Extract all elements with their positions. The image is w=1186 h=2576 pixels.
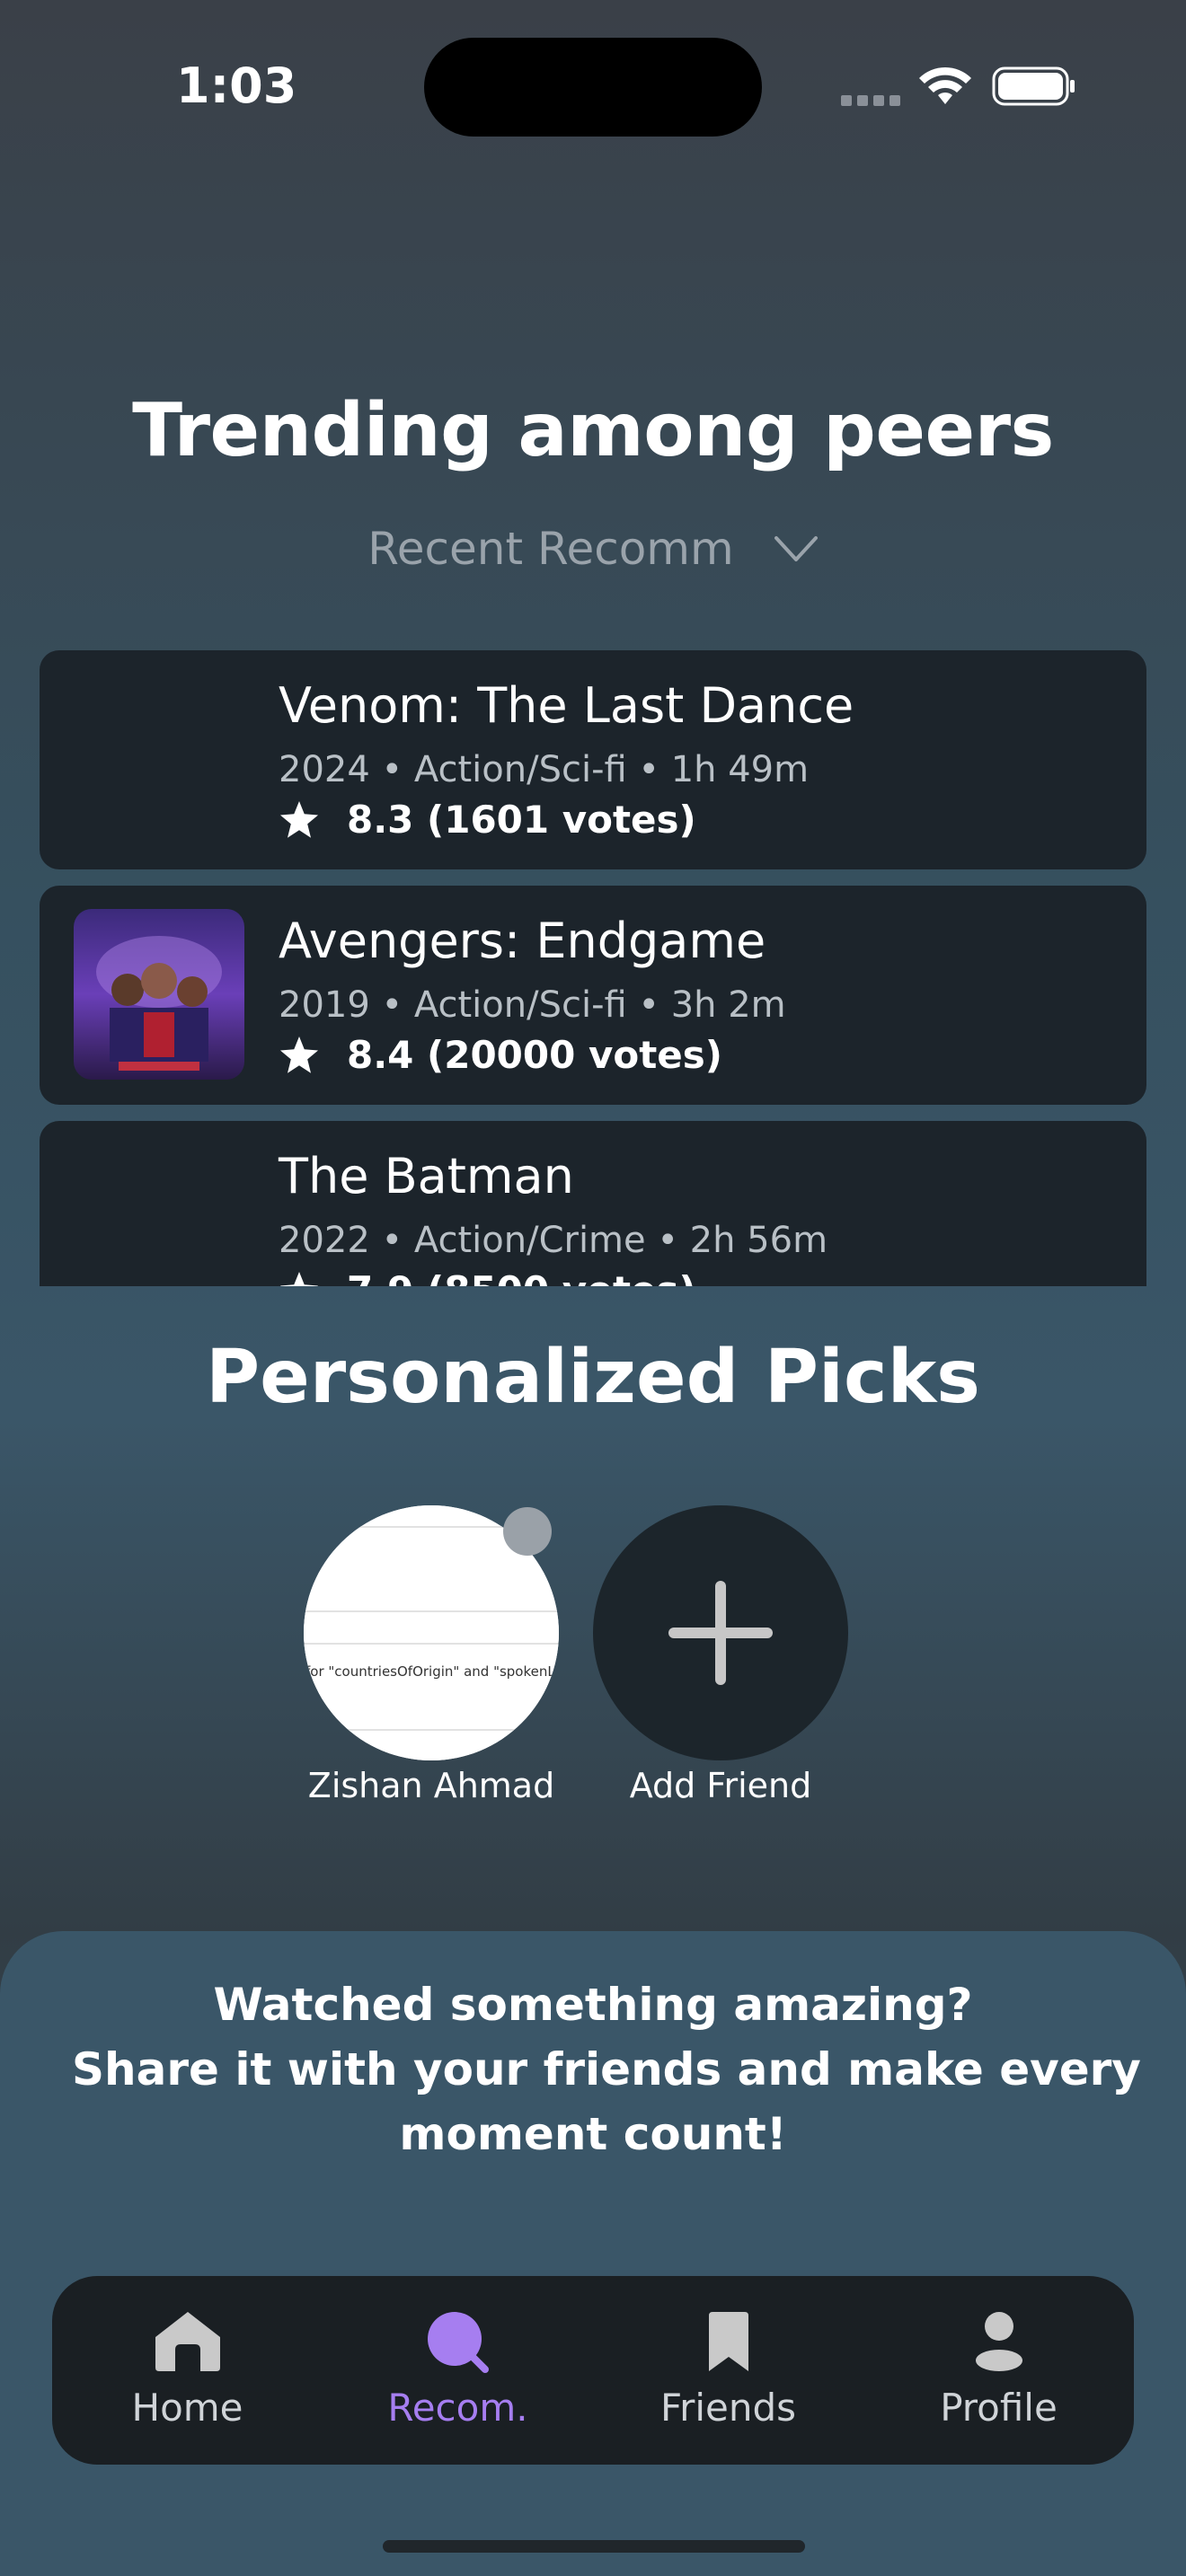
movie-meta: 2022 • Action/Crime • 2h 56m xyxy=(279,1220,828,1261)
share-message: Watched something amazing? Share it with… xyxy=(72,1972,1141,2166)
battery-icon xyxy=(992,66,1075,106)
movie-rating-value: 8.3 (1601 votes) xyxy=(347,798,696,842)
wifi-icon xyxy=(919,66,971,104)
bookmark-icon xyxy=(708,2312,748,2371)
movie-poster xyxy=(74,909,244,1080)
picks-title: Personalized Picks xyxy=(206,1335,980,1420)
cellular-signal-icon xyxy=(841,95,900,106)
status-time: 1:03 xyxy=(176,57,297,114)
movie-rating: 7.9 (8500 votes) xyxy=(279,1268,696,1286)
tab-profile[interactable]: Profile xyxy=(863,2276,1134,2465)
star-icon xyxy=(279,1036,319,1073)
home-icon xyxy=(155,2312,220,2371)
movie-rating: 8.3 (1601 votes) xyxy=(279,798,696,842)
movie-title: The Batman xyxy=(279,1148,574,1204)
movie-card[interactable]: Venom: The Last Dance 2024 • Action/Sci-… xyxy=(40,650,1146,869)
share-line-2: Share it with your friends and make ever… xyxy=(72,2043,1141,2095)
add-friend-button[interactable] xyxy=(593,1505,848,1760)
movie-card[interactable]: The Batman 2022 • Action/Crime • 2h 56m … xyxy=(40,1121,1146,1286)
friend-name: Zishan Ahmad xyxy=(307,1766,555,1805)
movie-rating-value: 8.4 (20000 votes) xyxy=(347,1033,722,1077)
dynamic-island xyxy=(424,38,762,137)
sort-label: Recent Recomm xyxy=(367,523,734,575)
plus-icon xyxy=(668,1581,773,1685)
tab-recom-label: Recom. xyxy=(387,2386,528,2430)
trending-list[interactable]: Venom: The Last Dance 2024 • Action/Sci-… xyxy=(40,650,1146,1286)
movie-meta: 2019 • Action/Sci-fi • 3h 2m xyxy=(279,984,786,1026)
share-line-1: Watched something amazing? xyxy=(213,1979,973,2031)
movie-title: Avengers: Endgame xyxy=(279,913,766,969)
tab-home[interactable]: Home xyxy=(52,2276,323,2465)
add-friend-label: Add Friend xyxy=(629,1766,812,1805)
tab-bar: Home Recom. Friends Profile xyxy=(52,2276,1134,2465)
star-icon xyxy=(279,1271,319,1286)
tab-friends-label: Friends xyxy=(659,2386,797,2430)
profile-icon xyxy=(975,2312,1022,2371)
movie-title: Venom: The Last Dance xyxy=(279,677,854,734)
movie-card[interactable]: Avengers: Endgame 2019 • Action/Sci-fi •… xyxy=(40,886,1146,1105)
tab-profile-label: Profile xyxy=(940,2386,1058,2430)
avatar-snippet: for "countriesOfOrigin" and "spokenLa xyxy=(305,1663,559,1680)
tab-friends[interactable]: Friends xyxy=(593,2276,863,2465)
star-icon xyxy=(279,800,319,838)
tab-recom[interactable]: Recom. xyxy=(323,2276,593,2465)
sort-dropdown[interactable]: Recent Recomm xyxy=(0,523,1186,575)
status-dot xyxy=(503,1507,552,1556)
movie-meta: 2024 • Action/Sci-fi • 1h 49m xyxy=(279,749,810,790)
movie-rating: 8.4 (20000 votes) xyxy=(279,1033,722,1077)
search-icon xyxy=(427,2312,489,2373)
home-indicator[interactable] xyxy=(383,2540,805,2553)
status-bar: 1:03 xyxy=(0,0,1186,162)
trending-title: Trending among peers xyxy=(132,388,1054,473)
movie-rating-value: 7.9 (8500 votes) xyxy=(347,1268,696,1286)
chevron-down-icon xyxy=(774,536,818,561)
tab-home-label: Home xyxy=(131,2386,243,2430)
share-line-3: moment count! xyxy=(399,2108,787,2160)
